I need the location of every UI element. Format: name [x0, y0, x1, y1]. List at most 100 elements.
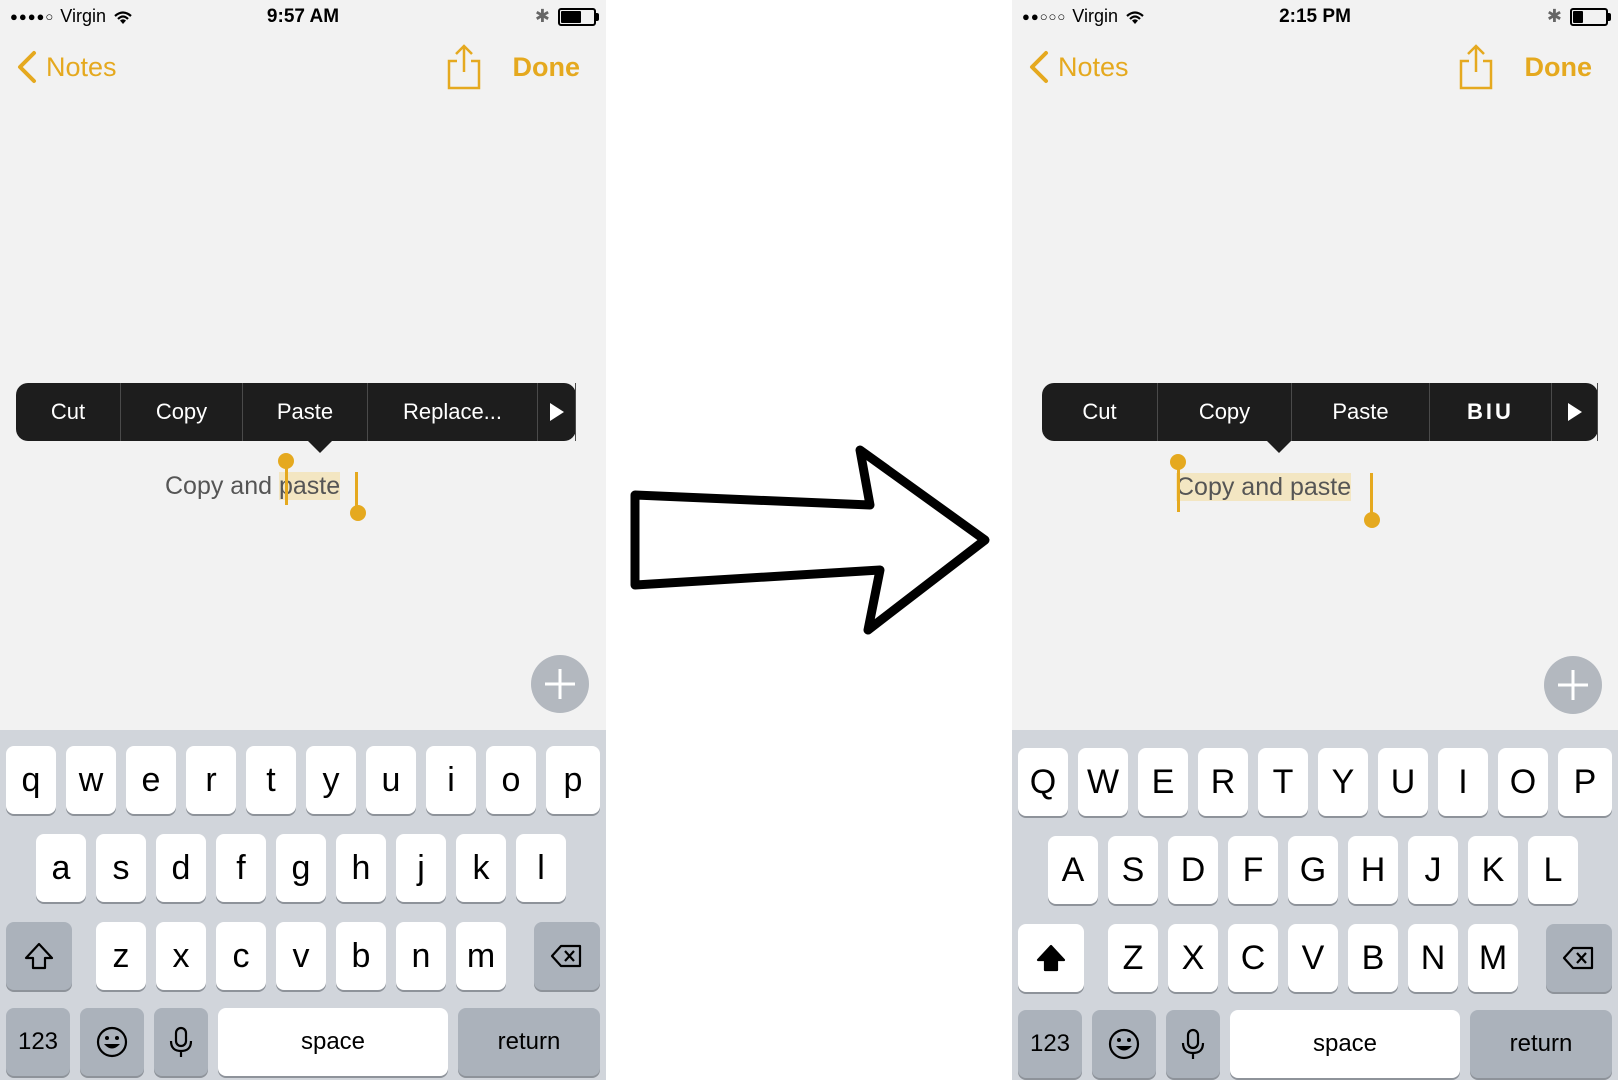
key[interactable]: G [1288, 836, 1338, 904]
mic-key[interactable] [1166, 1010, 1220, 1078]
key[interactable]: T [1258, 748, 1308, 816]
key[interactable]: Z [1108, 924, 1158, 992]
key[interactable]: N [1408, 924, 1458, 992]
key[interactable]: Y [1318, 748, 1368, 816]
delete-key[interactable] [534, 922, 600, 990]
key[interactable]: Q [1018, 748, 1068, 816]
key[interactable]: S [1108, 836, 1158, 904]
key[interactable]: B [1348, 924, 1398, 992]
key[interactable]: k [456, 834, 506, 902]
numbers-key[interactable]: 123 [1018, 1010, 1082, 1078]
key[interactable]: p [546, 746, 600, 814]
key[interactable]: C [1228, 924, 1278, 992]
key[interactable]: U [1378, 748, 1428, 816]
key[interactable]: e [126, 746, 176, 814]
key[interactable]: z [96, 922, 146, 990]
key[interactable]: D [1168, 836, 1218, 904]
plus-icon[interactable] [1544, 656, 1602, 714]
note-text[interactable]: Copy and paste [165, 472, 341, 501]
done-button[interactable]: Done [513, 52, 581, 83]
key[interactable]: M [1468, 924, 1518, 992]
edit-menu: Cut Copy Paste Replace... [16, 383, 576, 453]
edit-menu: Cut Copy Paste BIU [1042, 383, 1598, 453]
key[interactable]: R [1198, 748, 1248, 816]
return-key[interactable]: return [458, 1008, 600, 1076]
key[interactable]: t [246, 746, 296, 814]
emoji-icon [96, 1026, 128, 1058]
replace-menu-item[interactable]: Replace... [368, 383, 538, 441]
cut-menu-item[interactable]: Cut [16, 383, 121, 441]
key[interactable]: w [66, 746, 116, 814]
key[interactable]: q [6, 746, 56, 814]
emoji-key[interactable] [80, 1008, 144, 1076]
key[interactable]: F [1228, 836, 1278, 904]
key[interactable]: u [366, 746, 416, 814]
mic-key[interactable] [154, 1008, 208, 1076]
key[interactable]: L [1528, 836, 1578, 904]
key[interactable]: o [486, 746, 536, 814]
space-key[interactable]: space [1230, 1010, 1460, 1078]
mic-icon [1181, 1028, 1205, 1059]
menu-pointer [1267, 441, 1291, 453]
key[interactable]: s [96, 834, 146, 902]
paste-menu-item[interactable]: Paste [1292, 383, 1430, 441]
key[interactable]: V [1288, 924, 1338, 992]
more-menu-button[interactable] [1552, 383, 1598, 441]
key[interactable]: X [1168, 924, 1218, 992]
key[interactable]: j [396, 834, 446, 902]
key[interactable]: P [1558, 748, 1612, 816]
key[interactable]: a [36, 834, 86, 902]
key[interactable]: b [336, 922, 386, 990]
key[interactable]: h [336, 834, 386, 902]
share-icon[interactable] [446, 44, 482, 90]
format-menu-item[interactable]: BIU [1430, 383, 1552, 441]
key[interactable]: g [276, 834, 326, 902]
phone-screen-before: ●●●●○ Virgin 9:57 AM ✱ Notes Done Cut Co… [0, 0, 606, 1080]
key[interactable]: O [1498, 748, 1548, 816]
key[interactable]: f [216, 834, 266, 902]
share-icon[interactable] [1458, 44, 1494, 90]
key[interactable]: n [396, 922, 446, 990]
key[interactable]: m [456, 922, 506, 990]
copy-menu-item[interactable]: Copy [1158, 383, 1292, 441]
selection-end-handle[interactable] [350, 505, 366, 521]
status-bar: ●●○○○ Virgin 2:15 PM ✱ [1012, 0, 1618, 34]
paste-menu-item[interactable]: Paste [243, 383, 368, 441]
key[interactable]: y [306, 746, 356, 814]
back-chevron-icon [18, 51, 36, 83]
return-key[interactable]: return [1470, 1010, 1612, 1078]
done-button[interactable]: Done [1525, 52, 1593, 83]
key[interactable]: x [156, 922, 206, 990]
key[interactable]: d [156, 834, 206, 902]
back-button[interactable]: Notes [1028, 50, 1129, 84]
key[interactable]: H [1348, 836, 1398, 904]
battery-icon [558, 7, 599, 26]
shift-key[interactable] [6, 922, 72, 990]
key[interactable]: I [1438, 748, 1488, 816]
more-menu-button[interactable] [538, 383, 576, 441]
plus-icon[interactable] [531, 655, 589, 713]
cut-menu-item[interactable]: Cut [1042, 383, 1158, 441]
delete-key[interactable] [1546, 924, 1612, 992]
key[interactable]: A [1048, 836, 1098, 904]
shift-key[interactable] [1018, 924, 1084, 992]
key[interactable]: c [216, 922, 266, 990]
selection-end-line [1370, 473, 1373, 517]
key[interactable]: v [276, 922, 326, 990]
copy-menu-item[interactable]: Copy [121, 383, 243, 441]
key[interactable]: W [1078, 748, 1128, 816]
key[interactable]: J [1408, 836, 1458, 904]
key[interactable]: i [426, 746, 476, 814]
selection-end-handle[interactable] [1364, 512, 1380, 528]
note-text-selection: paste [278, 472, 341, 500]
back-button[interactable]: Notes [16, 50, 117, 84]
key[interactable]: l [516, 834, 566, 902]
space-key[interactable]: space [218, 1008, 448, 1076]
bluetooth-icon: ✱ [1546, 6, 1562, 26]
key[interactable]: K [1468, 836, 1518, 904]
numbers-key[interactable]: 123 [6, 1008, 70, 1076]
key[interactable]: r [186, 746, 236, 814]
emoji-key[interactable] [1092, 1010, 1156, 1078]
note-text[interactable]: Copy and paste [1176, 473, 1352, 502]
key[interactable]: E [1138, 748, 1188, 816]
